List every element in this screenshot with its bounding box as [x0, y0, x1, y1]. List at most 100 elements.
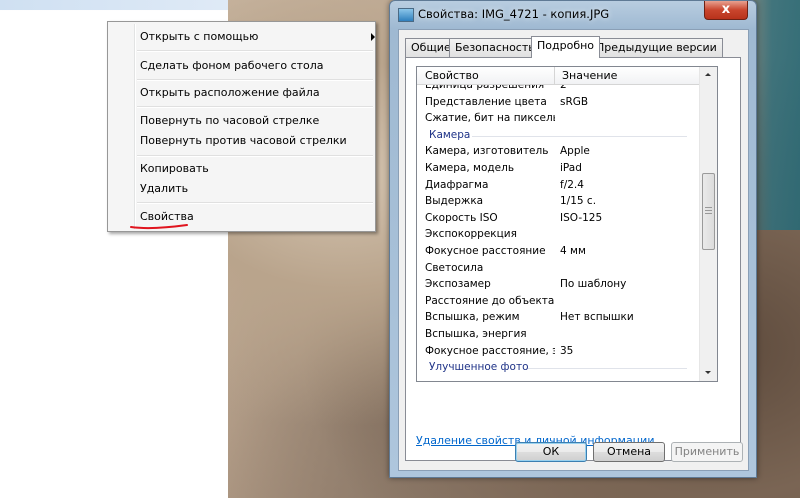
group-title: Камера: [429, 128, 471, 141]
group-header[interactable]: Камера: [417, 128, 699, 144]
menu-separator: [137, 202, 373, 204]
vertical-scrollbar[interactable]: [699, 67, 717, 381]
close-button[interactable]: x: [704, 1, 748, 20]
group-divider-line: [528, 368, 687, 370]
group-divider-line: [472, 135, 687, 137]
property-value: ISO-125: [560, 211, 603, 224]
property-value: По шаблону: [560, 278, 627, 291]
menu-item-label: Удалить: [140, 182, 189, 195]
properties-rows: Единица разрешения 2 Представление цвета sR…: [417, 85, 699, 381]
property-row[interactable]: Камера, модель iPad: [417, 161, 699, 177]
property-row[interactable]: Единица разрешения 2: [417, 85, 699, 94]
property-name: Представление цвета: [425, 95, 547, 108]
context-menu: Открыть с помощью Сделать фоном рабочего…: [107, 21, 376, 232]
menu-item-label: Копировать: [140, 162, 209, 175]
list-header: Свойство Значение: [417, 67, 699, 85]
property-value: 2: [560, 85, 567, 91]
property-row[interactable]: Расстояние до объекта: [417, 294, 699, 310]
menu-item-rotate-counterclockwise[interactable]: Повернуть против часовой стрелки: [140, 132, 347, 150]
column-header-property[interactable]: Свойство: [425, 69, 479, 82]
apply-button[interactable]: Применить: [671, 442, 743, 462]
menu-item-rotate-clockwise[interactable]: Повернуть по часовой стрелке: [140, 112, 319, 130]
menu-item-label: Открыть расположение файла: [140, 86, 320, 99]
button-label: ОК: [542, 445, 560, 458]
property-value: sRGB: [560, 95, 589, 108]
tab-security[interactable]: Безопасность: [449, 38, 541, 57]
menu-item-open-with[interactable]: Открыть с помощью: [140, 28, 375, 46]
properties-list: Свойство Значение Единица разрешения 2 Пре…: [416, 66, 718, 382]
property-row[interactable]: Камера, изготовитель Apple: [417, 144, 699, 160]
property-name: Сжатие, бит на пиксель: [425, 112, 555, 125]
ok-button[interactable]: ОК: [515, 442, 587, 462]
scroll-up-button[interactable]: [700, 67, 717, 83]
property-row[interactable]: Экспозамер По шаблону: [417, 277, 699, 293]
explorer-toolbar-strip: [0, 0, 228, 10]
scrollbar-thumb[interactable]: [702, 173, 715, 250]
group-title: Улучшенное фото: [429, 361, 529, 374]
dialog-client-area: Общие Безопасность Подробно Предыдущие в…: [398, 29, 749, 471]
property-row[interactable]: Вспышка, энергия: [417, 327, 699, 343]
scroll-down-button[interactable]: [700, 365, 717, 381]
menu-item-label: Открыть с помощью: [140, 30, 259, 43]
property-row[interactable]: Выдержка 1/15 с.: [417, 194, 699, 210]
property-name: Камера, модель: [425, 162, 515, 174]
property-name: Скорость ISO: [425, 211, 498, 224]
dialog-title: Свойства: IMG_4721 - копия.JPG: [418, 7, 610, 21]
property-name: Расстояние до объекта: [425, 294, 555, 307]
property-value: 35: [560, 344, 574, 357]
property-row[interactable]: Сжатие, бит на пиксель: [417, 111, 699, 127]
chevron-down-icon: [705, 371, 711, 374]
menu-item-copy[interactable]: Копировать: [140, 160, 209, 178]
details-tab-panel: Свойство Значение Единица разрешения 2 Пре…: [405, 57, 741, 461]
tab-label: Подробно: [537, 39, 595, 52]
property-value: f/2.4: [560, 178, 584, 191]
property-name: Диафрагма: [425, 178, 489, 191]
menu-separator: [137, 79, 373, 81]
property-row[interactable]: Вспышка, режим Нет вспышки: [417, 310, 699, 326]
property-name: Экспокоррекция: [425, 228, 517, 241]
menu-separator: [137, 155, 373, 157]
column-header-value[interactable]: Значение: [562, 69, 617, 82]
group-header[interactable]: Улучшенное фото: [417, 360, 699, 376]
property-row[interactable]: Фокусное расстояние, э... 35: [417, 344, 699, 360]
grip-line: [705, 213, 712, 214]
property-value: Нет вспышки: [560, 311, 634, 324]
tab-details[interactable]: Подробно: [531, 36, 601, 58]
property-name: Фокусное расстояние: [425, 245, 546, 257]
property-name: Экспозамер: [425, 278, 491, 291]
property-row[interactable]: Фокусное расстояние 4 мм: [417, 244, 699, 260]
image-file-icon: [398, 8, 414, 22]
property-name: Камера, изготовитель: [425, 145, 549, 158]
property-row[interactable]: Скорость ISO ISO-125: [417, 211, 699, 227]
menu-separator: [137, 50, 373, 52]
close-icon: x: [721, 2, 731, 17]
grip-line: [705, 210, 712, 211]
property-row[interactable]: Светосила: [417, 261, 699, 277]
property-row[interactable]: Диафрагма f/2.4: [417, 178, 699, 194]
column-divider[interactable]: [554, 67, 555, 84]
property-value: Apple: [560, 145, 590, 158]
menu-item-set-desktop-background[interactable]: Сделать фоном рабочего стола: [140, 57, 324, 75]
property-row[interactable]: Представление цвета sRGB: [417, 95, 699, 111]
property-value: iPad: [560, 162, 582, 174]
menu-item-delete[interactable]: Удалить: [140, 180, 188, 198]
property-value: 4 мм: [560, 245, 586, 257]
menu-item-open-file-location[interactable]: Открыть расположение файла: [140, 84, 320, 102]
button-label: Применить: [674, 445, 740, 458]
menu-separator: [137, 106, 373, 108]
property-row[interactable]: Экспокоррекция: [417, 227, 699, 243]
property-value: 1/15 с.: [560, 195, 597, 208]
menu-item-label: Сделать фоном рабочего стола: [140, 59, 324, 72]
red-underline-annotation: [130, 224, 188, 230]
tab-previous-versions[interactable]: Предыдущие версии: [590, 38, 723, 57]
property-name: Выдержка: [425, 195, 484, 208]
property-name: Единица разрешения: [425, 85, 545, 91]
property-name: Вспышка, режим: [425, 311, 520, 324]
tab-label: Общие: [411, 41, 451, 54]
menu-item-label: Повернуть против часовой стрелки: [140, 134, 347, 147]
dialog-titlebar[interactable]: Свойства: IMG_4721 - копия.JPG x: [390, 1, 756, 27]
properties-dialog: Свойства: IMG_4721 - копия.JPG x Общие Б…: [389, 0, 757, 478]
submenu-arrow-icon: [371, 33, 375, 41]
grip-line: [705, 207, 712, 208]
cancel-button[interactable]: Отмена: [593, 442, 665, 462]
